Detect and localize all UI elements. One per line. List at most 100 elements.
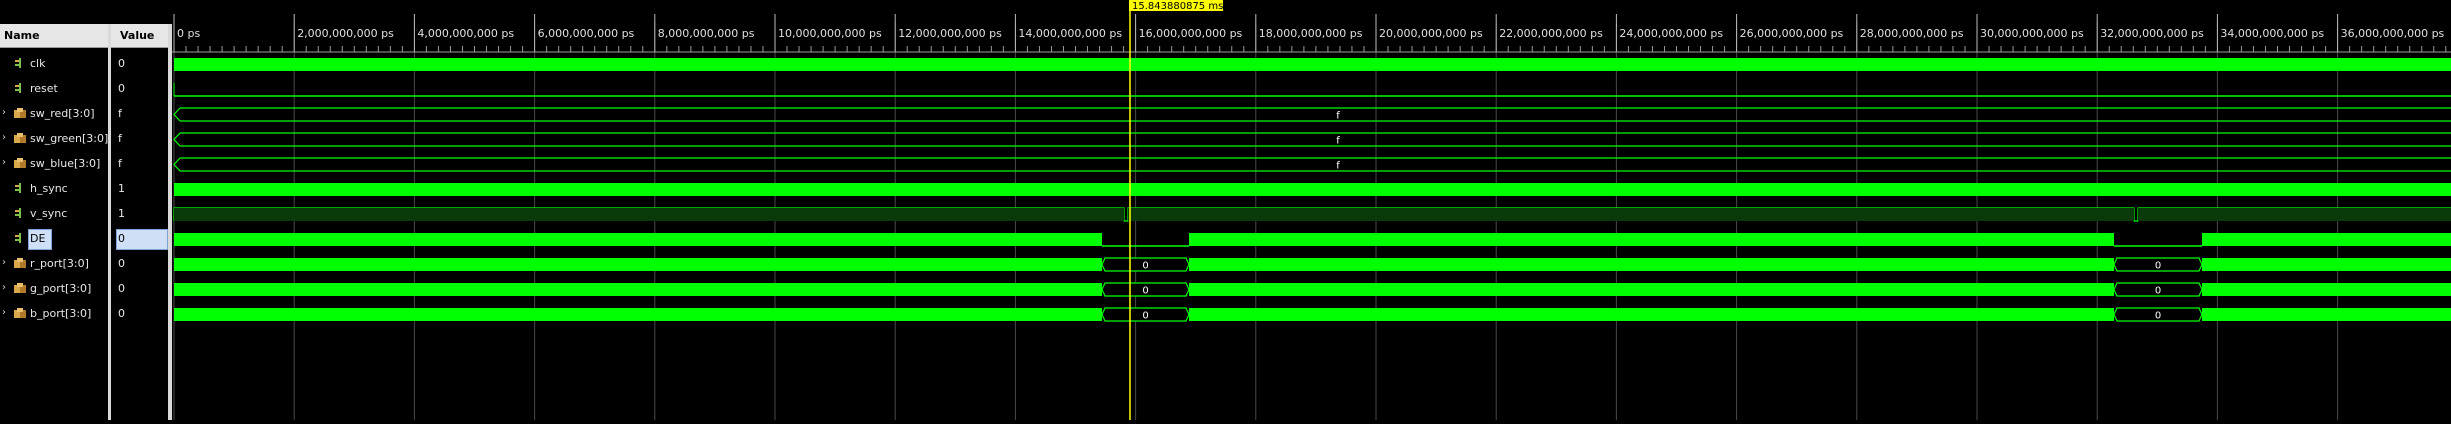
bus-value-label: 0 <box>1142 261 1148 272</box>
wave-g-port <box>174 283 1102 296</box>
signal-name[interactable]: g_port[3:0] <box>30 277 91 301</box>
bus-value-label: 0 <box>1142 311 1148 322</box>
wave-fill <box>174 208 1124 221</box>
wave-b-port <box>1189 308 2114 321</box>
ruler-label: 30,000,000,000 ps <box>1980 27 2084 40</box>
wave-sw-green <box>173 132 2451 147</box>
signal-value: f <box>118 107 122 120</box>
wave-de <box>174 233 1102 246</box>
signal-value: f <box>118 132 122 145</box>
signal-name[interactable]: sw_green[3:0] <box>30 127 108 151</box>
signal-row-h-sync[interactable]: h_sync 1 <box>0 177 125 201</box>
wave-de <box>1189 233 2114 246</box>
ruler-label: 14,000,000,000 ps <box>1018 27 1122 40</box>
ruler-label: 16,000,000,000 ps <box>1139 27 1243 40</box>
ruler-label: 6,000,000,000 ps <box>538 27 635 40</box>
wave-sw-blue <box>173 157 2451 172</box>
ruler-label: 12,000,000,000 ps <box>898 27 1002 40</box>
signal-value: 0 <box>118 307 125 320</box>
ruler-label: 4,000,000,000 ps <box>417 27 514 40</box>
signal-row-sw-blue[interactable]: › sw_blue[3:0] f <box>0 152 122 176</box>
wave-sw-red <box>173 107 2451 122</box>
ruler-label: 26,000,000,000 ps <box>1740 27 1844 40</box>
expand-chevron-icon[interactable]: › <box>2 156 10 170</box>
bus-value-label: 0 <box>1142 286 1148 297</box>
ruler-label: 28,000,000,000 ps <box>1860 27 1964 40</box>
bus-signal-icon <box>14 308 26 318</box>
value-header-label: Value <box>120 29 155 42</box>
signal-name[interactable]: h_sync <box>30 177 68 201</box>
wave-r-port <box>2202 258 2451 271</box>
bus-signal-icon <box>14 108 26 118</box>
expand-chevron-icon[interactable]: › <box>2 106 10 120</box>
bus-value-label: 0 <box>2155 311 2161 322</box>
ruler-label: 36,000,000,000 ps <box>2341 27 2445 40</box>
signal-value: 0 <box>118 282 125 295</box>
signal-name[interactable]: b_port[3:0] <box>30 302 91 326</box>
signal-name[interactable]: DE <box>30 227 45 251</box>
signal-name[interactable]: clk <box>30 52 45 76</box>
waveform-pane[interactable]: 0 ps 2,000,000,000 ps 4,000,000,000 ps 6,00… <box>172 0 2451 420</box>
ruler-label: 20,000,000,000 ps <box>1379 27 1483 40</box>
signal-value: 0 <box>118 82 125 95</box>
signal-name[interactable]: reset <box>30 77 58 101</box>
bit-signal-icon <box>15 83 21 93</box>
bit-signal-icon <box>15 58 21 68</box>
ruler-label: 2,000,000,000 ps <box>297 27 394 40</box>
signal-value: 1 <box>118 207 125 220</box>
wave-fill <box>1128 208 2134 221</box>
ruler-label: 18,000,000,000 ps <box>1259 27 1363 40</box>
signal-row-b-port[interactable]: › b_port[3:0] 0 <box>0 302 125 326</box>
wave-clk <box>174 58 2451 71</box>
value-column-header[interactable]: Value <box>111 24 168 48</box>
signal-row-g-port[interactable]: › g_port[3:0] 0 <box>0 277 125 301</box>
expand-chevron-icon[interactable]: › <box>2 131 10 145</box>
ruler-label: 10,000,000,000 ps <box>778 27 882 40</box>
signal-row-de[interactable]: DE 0 <box>0 227 168 251</box>
wave-h-sync <box>174 183 2451 196</box>
ruler-label: 34,000,000,000 ps <box>2220 27 2324 40</box>
signal-value: 0 <box>118 257 125 270</box>
expand-chevron-icon[interactable]: › <box>2 306 10 320</box>
signal-row-sw-green[interactable]: › sw_green[3:0] f <box>0 127 122 151</box>
wave-g-port <box>1189 283 2114 296</box>
signal-name[interactable]: r_port[3:0] <box>30 252 89 276</box>
waveform-canvas[interactable]: 0 ps 2,000,000,000 ps 4,000,000,000 ps 6,00… <box>172 0 2451 420</box>
signal-name[interactable]: v_sync <box>30 202 67 226</box>
ruler-label: 0 ps <box>177 27 200 40</box>
signal-row-reset[interactable]: reset 0 <box>0 77 125 101</box>
signal-row-sw-red[interactable]: › sw_red[3:0] f <box>0 102 122 126</box>
wave-r-port <box>174 258 1102 271</box>
wave-fill <box>2138 208 2451 221</box>
ruler-label: 22,000,000,000 ps <box>1499 27 1603 40</box>
signal-name[interactable]: sw_red[3:0] <box>30 102 95 126</box>
cursor-time-label: 15.843880875 ms <box>1132 1 1223 12</box>
name-header-label: Name <box>4 29 40 42</box>
bit-signal-icon <box>15 208 21 218</box>
bus-signal-icon <box>14 283 26 293</box>
bit-signal-icon <box>15 233 21 243</box>
name-column-header[interactable]: Name <box>0 24 108 48</box>
bus-signal-icon <box>14 158 26 168</box>
ruler-label: 8,000,000,000 ps <box>658 27 755 40</box>
bus-value-label: f <box>1336 136 1340 147</box>
wave-g-port <box>2202 283 2451 296</box>
ruler-label: 24,000,000,000 ps <box>1619 27 1723 40</box>
wave-b-port <box>2202 308 2451 321</box>
signal-row-r-port[interactable]: › r_port[3:0] 0 <box>0 252 125 276</box>
bus-signal-icon <box>14 258 26 268</box>
bit-signal-icon <box>15 183 21 193</box>
signal-name[interactable]: sw_blue[3:0] <box>30 152 100 176</box>
bus-value-label: f <box>1336 111 1340 122</box>
column-divider[interactable] <box>108 24 111 420</box>
signal-value: 0 <box>118 57 125 70</box>
signal-row-v-sync[interactable]: v_sync 1 <box>0 202 125 226</box>
wave-de <box>2202 233 2451 246</box>
signal-names-pane: Name clk 0 reset 0 › sw_red[3:0] f › sw_green[3:… <box>0 0 168 420</box>
expand-chevron-icon[interactable]: › <box>2 281 10 295</box>
expand-chevron-icon[interactable]: › <box>2 256 10 270</box>
bus-value-label: 0 <box>2155 261 2161 272</box>
signal-value: 0 <box>118 232 125 245</box>
signal-row-clk[interactable]: clk 0 <box>0 52 125 76</box>
ruler-label: 32,000,000,000 ps <box>2100 27 2204 40</box>
